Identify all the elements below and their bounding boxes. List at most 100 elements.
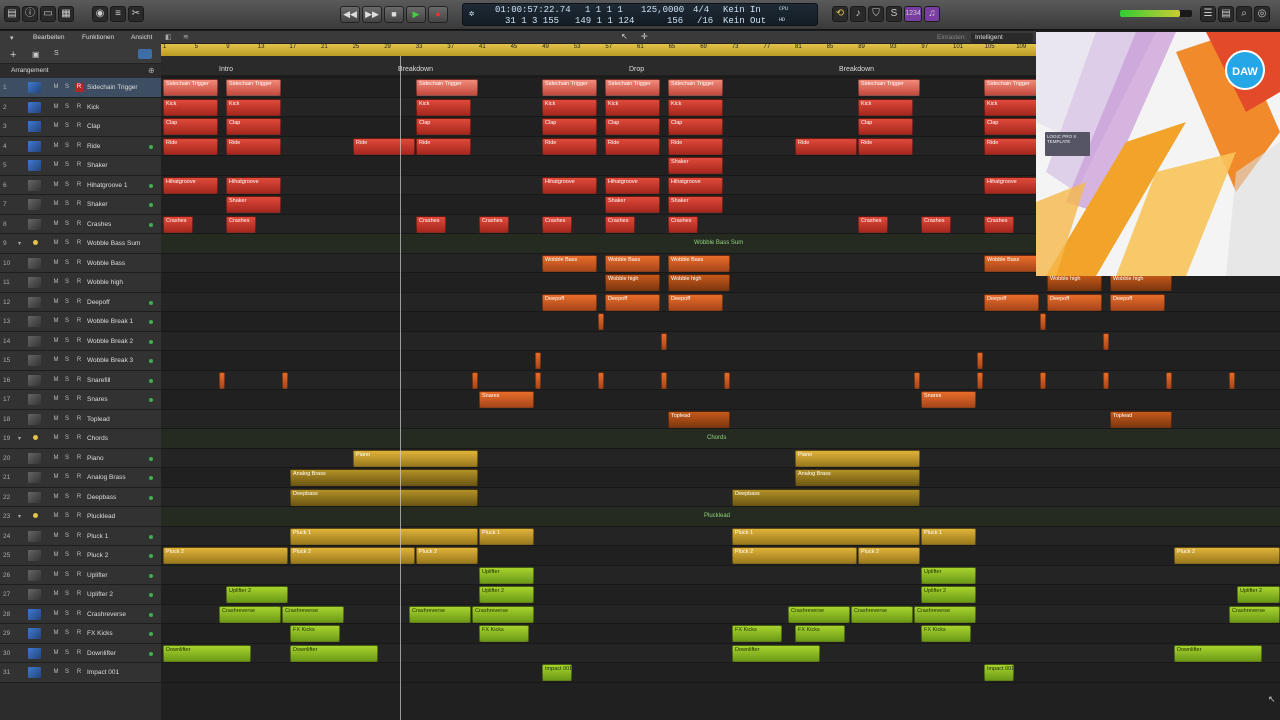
region[interactable]: Wobble high: [1110, 274, 1172, 291]
region[interactable]: [219, 371, 225, 389]
track-header[interactable]: 2 M S R Kick: [0, 97, 161, 117]
record-enable-button[interactable]: R: [75, 668, 83, 677]
browser-search-icon[interactable]: ⌕: [1236, 6, 1252, 22]
record-enable-button[interactable]: R: [75, 259, 83, 268]
region[interactable]: Sidechain Trigger: [668, 79, 723, 96]
mute-button[interactable]: M: [52, 590, 60, 599]
region[interactable]: Uplifter 2: [479, 586, 534, 603]
solo-button[interactable]: S: [63, 551, 71, 560]
mute-button[interactable]: M: [52, 337, 60, 346]
region[interactable]: Wobble Bass: [984, 254, 1039, 272]
region[interactable]: [1040, 371, 1046, 389]
track-name[interactable]: Uplifter 2: [87, 591, 113, 598]
region[interactable]: Uplifter 2: [226, 586, 288, 603]
region[interactable]: Crashes: [163, 215, 193, 233]
region[interactable]: Crashreverse: [788, 605, 850, 623]
smart-controls-knob-icon[interactable]: ◉: [92, 6, 108, 22]
bar-ruler[interactable]: 1 5 9 13 17 21 25 29 33 37 41 45 49 53 57 61 65 69 73 77 81 8…: [161, 44, 1036, 56]
solo-button[interactable]: S: [63, 532, 71, 541]
region[interactable]: Crashreverse: [914, 605, 976, 623]
region[interactable]: [661, 332, 667, 350]
record-enable-button[interactable]: R: [75, 395, 83, 404]
record-enable-button[interactable]: R: [75, 356, 83, 365]
region[interactable]: Toplead: [668, 410, 730, 428]
track-header[interactable]: 22 M S R Deepbass: [0, 487, 161, 507]
region[interactable]: [535, 371, 541, 389]
dropdown-icon[interactable]: ▾: [10, 34, 14, 42]
solo-icon[interactable]: ⛉: [868, 6, 884, 22]
inspector-icon[interactable]: ⓘ: [22, 6, 38, 22]
mute-button[interactable]: M: [52, 181, 60, 190]
solo-button[interactable]: S: [63, 181, 71, 190]
region[interactable]: Wobble high: [1047, 274, 1102, 291]
track-name[interactable]: Hihatgroove 1: [87, 182, 127, 189]
region[interactable]: Shaker: [226, 196, 281, 213]
region[interactable]: Kick: [858, 98, 913, 116]
region[interactable]: Deepoff: [1047, 293, 1102, 311]
marker-label[interactable]: Breakdown: [398, 66, 433, 73]
region[interactable]: [1040, 313, 1046, 330]
region[interactable]: Kick: [542, 98, 597, 116]
track-name[interactable]: Deepoff: [87, 299, 110, 306]
region[interactable]: Wobble Bass: [605, 254, 660, 272]
region[interactable]: Crashreverse: [409, 605, 471, 623]
region[interactable]: Uplifter: [921, 566, 976, 584]
region[interactable]: Clap: [542, 118, 597, 135]
region[interactable]: Pluck 1: [732, 527, 920, 545]
region[interactable]: Impact 001: [542, 664, 572, 681]
record-enable-button[interactable]: R: [75, 220, 83, 229]
master-volume-slider[interactable]: [1120, 10, 1192, 17]
region[interactable]: Sidechain Trigger: [163, 79, 218, 96]
track-name[interactable]: Wobble Break 1: [87, 318, 133, 325]
region[interactable]: Clap: [163, 118, 218, 135]
stop-button[interactable]: ■: [384, 6, 404, 23]
region[interactable]: [977, 352, 983, 369]
region[interactable]: Crashes: [542, 215, 572, 233]
region[interactable]: Wobble high: [605, 274, 660, 291]
region[interactable]: Piano: [353, 449, 478, 467]
track-lane[interactable]: [161, 585, 1280, 605]
solo-button[interactable]: S: [63, 493, 71, 502]
region[interactable]: Sidechain Trigger: [605, 79, 660, 96]
disclosure-triangle-icon[interactable]: ▾: [18, 513, 21, 520]
track-name[interactable]: Snarefill: [87, 377, 110, 384]
solo-button[interactable]: S: [63, 278, 71, 287]
solo-button[interactable]: S: [63, 259, 71, 268]
record-enable-button[interactable]: R: [75, 142, 83, 151]
region[interactable]: Hihatgroove: [163, 176, 218, 194]
region[interactable]: Pluck 2: [290, 547, 415, 564]
region[interactable]: Kick: [416, 98, 471, 116]
region[interactable]: Kick: [605, 98, 660, 116]
region[interactable]: [914, 371, 920, 389]
region[interactable]: Snares: [921, 391, 976, 408]
solo-button[interactable]: S: [63, 103, 71, 112]
note-pad-icon[interactable]: ▤: [1218, 6, 1234, 22]
region[interactable]: Ride: [795, 137, 857, 155]
count-display-icon[interactable]: 1234: [904, 6, 922, 22]
track-lane[interactable]: [161, 370, 1280, 390]
region[interactable]: Kick: [163, 98, 218, 116]
mute-button[interactable]: M: [52, 220, 60, 229]
region[interactable]: Sidechain Trigger: [226, 79, 281, 96]
region[interactable]: Shaker: [605, 196, 660, 213]
secondary-tool-icon[interactable]: ✛: [641, 32, 648, 41]
region[interactable]: Kick: [984, 98, 1039, 116]
mute-button[interactable]: M: [52, 610, 60, 619]
track-name[interactable]: Wobble Break 3: [87, 357, 133, 364]
mixer-icon[interactable]: ≡: [110, 6, 126, 22]
track-header[interactable]: 31 M S R Impact 001: [0, 663, 161, 683]
track-name[interactable]: Plucklead: [87, 513, 115, 520]
track-header[interactable]: 3 M S R Clap: [0, 117, 161, 137]
region[interactable]: Sidechain Trigger: [984, 79, 1039, 96]
track-header[interactable]: 18 M S R Toplead: [0, 409, 161, 429]
mute-button[interactable]: M: [52, 395, 60, 404]
track-name[interactable]: Piano: [87, 455, 104, 462]
region[interactable]: Hihatgroove: [605, 176, 660, 194]
region[interactable]: [724, 371, 730, 389]
region[interactable]: [472, 371, 478, 389]
track-lane[interactable]: [161, 663, 1280, 683]
region[interactable]: [977, 371, 983, 389]
record-enable-button[interactable]: R: [75, 512, 83, 521]
mute-button[interactable]: M: [52, 649, 60, 658]
region[interactable]: Deepbass: [732, 488, 920, 506]
